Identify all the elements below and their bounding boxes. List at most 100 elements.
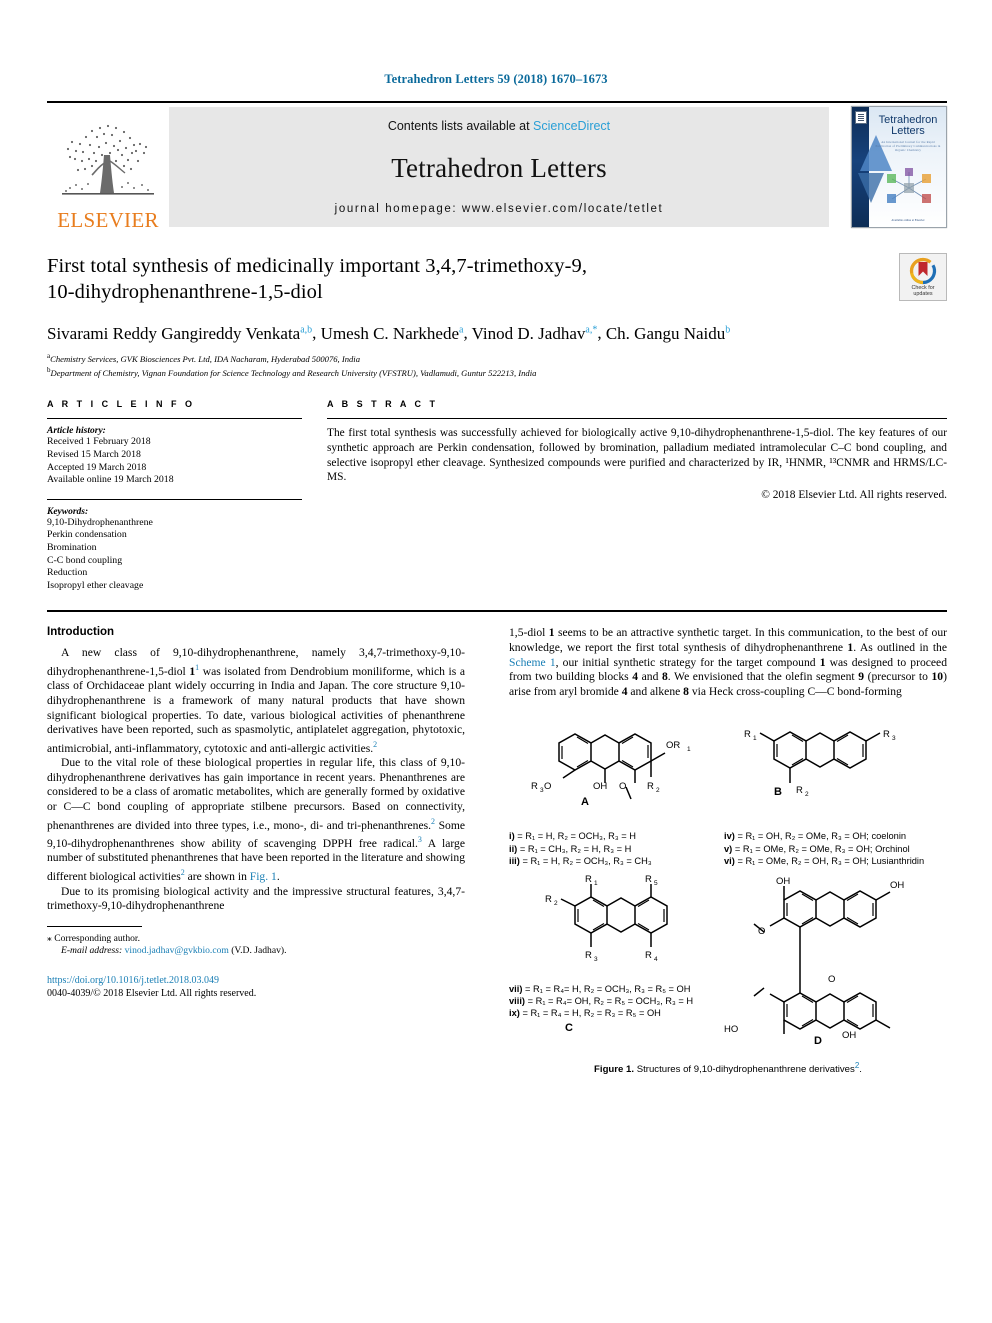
title-line-1: First total synthesis of medicinally imp… <box>47 255 588 277</box>
issn-copyright: 0040-4039/© 2018 Elsevier Ltd. All right… <box>47 987 257 999</box>
svg-text:5: 5 <box>654 880 658 887</box>
sciencedirect-link[interactable]: ScienceDirect <box>533 119 610 133</box>
abstract-heading: A B S T R A C T <box>327 399 438 410</box>
legend-item: i) = R₁ = H, R₂ = OCH₃, R₃ = H <box>509 831 636 842</box>
contents-line: Contents lists available at ScienceDirec… <box>388 119 610 133</box>
label-r2: R <box>647 781 654 792</box>
author-list: Sivarami Reddy Gangireddy Venkataa,b, Um… <box>47 323 731 343</box>
label-d-oh-3: OH <box>842 1030 856 1041</box>
label-c-r1: R <box>585 874 592 885</box>
paragraph-3: Due to its promising biological activity… <box>47 884 465 913</box>
scheme-1-link[interactable]: Scheme 1 <box>509 656 556 669</box>
journal-title: Tetrahedron Letters <box>391 152 607 183</box>
crossmark-label: Check for updates <box>911 284 935 297</box>
right-column: 1,5-diol 1 seems to be an attractive syn… <box>487 626 947 1074</box>
legend-c: vii) = R₁ = R₄= H, R₂ = OCH₃, R₃ = R₅ = … <box>509 983 724 1020</box>
legend-item: iv) = R₁ = OH, R₂ = OMe, R₃ = OH; coelon… <box>724 831 907 842</box>
structure-a: OR 1 R 3 O OH O R 2 A <box>531 733 691 808</box>
crossmark-icon <box>909 257 937 284</box>
title-line-2: 10-dihydrophenanthrene-1,5-diol <box>47 281 323 303</box>
keyword: Reduction <box>47 567 88 579</box>
left-column: Introduction A new class of 9,10-dihydro… <box>47 626 487 1074</box>
journal-masthead: ELSEVIER Contents lists available at Sci… <box>47 101 947 231</box>
crossmark-badge[interactable]: Check for updates <box>899 253 947 301</box>
legend-item: ii) = R₁ = CH₃, R₂ = H, R₃ = H <box>509 843 632 854</box>
doi-block: https://doi.org/10.1016/j.tetlet.2018.03… <box>47 974 465 1000</box>
running-head: Tetrahedron Letters 59 (2018) 1670–1673 <box>384 72 608 86</box>
legend-item: vii) = R₁ = R₄= H, R₂ = OCH₃, R₃ = R₅ = … <box>509 983 691 994</box>
abstract-copyright: © 2018 Elsevier Ltd. All rights reserved… <box>761 488 947 501</box>
elsevier-tree-icon <box>62 124 154 195</box>
journal-cover-block: Tetrahedron Letters An International Jou… <box>829 103 947 231</box>
label-r3o: R <box>531 781 538 792</box>
keyword: 9,10-Dihydrophenanthrene <box>47 516 153 528</box>
structure-c-block: R 1 R 2 R 3 R 4 R 5 vii) = R₁ = R₄= H, R… <box>509 874 724 1051</box>
svg-text:2: 2 <box>656 787 660 794</box>
title-block: First total synthesis of medicinally imp… <box>47 253 947 305</box>
affiliation: bDepartment of Chemistry, Vignan Foundat… <box>47 366 537 378</box>
paragraph-2: Due to the vital role of these biologica… <box>47 756 465 883</box>
cover-subtitle: An International Journal for the Rapid P… <box>875 140 941 152</box>
body-columns: Introduction A new class of 9,10-dihydro… <box>47 626 947 1075</box>
keywords-label: Keywords: <box>47 506 89 517</box>
legend-b: iv) = R₁ = OH, R₂ = OMe, R₃ = OH; coelon… <box>724 830 947 867</box>
contents-prefix: Contents lists available at <box>387 119 534 133</box>
figure-structures-c-d: R 1 R 2 R 3 R 4 R 5 vii) = R₁ = R₄= H, R… <box>509 874 947 1051</box>
structure-b: R 1 R 3 R 2 B <box>744 729 896 798</box>
label-b-r3: R <box>883 729 890 740</box>
structure-d-upper: OH OH O <box>753 876 904 942</box>
article-info-column: A R T I C L E I N F O Article history: R… <box>47 399 302 592</box>
label-d-oh-1: OH <box>776 876 790 887</box>
doi-link[interactable]: https://doi.org/10.1016/j.tetlet.2018.03… <box>47 974 465 987</box>
figure-1: OR 1 R 3 O OH O R 2 A R 1 R 3 R 2 B i) =… <box>509 713 947 1074</box>
cover-title-line2: Letters <box>891 125 925 137</box>
paragraph-1: A new class of 9,10-dihydrophenanthrene,… <box>47 646 465 755</box>
email-note: E-mail address: vinod.jadhav@gvkbio.com … <box>61 945 287 957</box>
legend-a: i) = R₁ = H, R₂ = OCH₃, R₃ = H ii) = R₁ … <box>509 830 724 867</box>
cover-molecule-graphic-icon <box>887 168 931 203</box>
email-link[interactable]: vinod.jadhav@gvkbio.com <box>125 945 229 956</box>
divider <box>47 418 302 420</box>
label-oh: OH <box>593 781 607 792</box>
figure-structures-a-b: OR 1 R 3 O OH O R 2 A R 1 R 3 R 2 B <box>531 729 896 808</box>
journal-cover-thumbnail: Tetrahedron Letters An International Jou… <box>851 106 947 228</box>
label-or1: OR <box>666 740 680 751</box>
abstract-column: A B S T R A C T The first total synthesi… <box>302 399 947 592</box>
legend-item: iii) = R₁ = H, R₂ = OCH₃, R₃ = CH₃ <box>509 856 652 867</box>
keyword: Isopropyl ether cleavage <box>47 579 144 591</box>
figure-caption: Figure 1. Structures of 9,10-dihydrophen… <box>594 1060 862 1075</box>
history-item: Received 1 February 2018 <box>47 436 151 448</box>
structure-c: R 1 R 2 R 3 R 4 R 5 <box>545 874 668 963</box>
label-b-r1: R <box>744 729 751 740</box>
cover-publisher-mark-icon <box>855 111 867 124</box>
article-history-label: Article history: <box>47 426 106 437</box>
author: Vinod D. Jadhava,* <box>471 323 598 343</box>
svg-text:2: 2 <box>805 791 809 798</box>
label-d-o-2: O <box>828 974 835 985</box>
legend-item: viii) = R₁ = R₄= OH, R₂ = R₅ = OCH₃, R₃ … <box>509 995 694 1006</box>
cover-title: Tetrahedron Letters <box>874 115 942 137</box>
footnote-block: ⁎ Corresponding author. E-mail address: … <box>47 925 465 1000</box>
svg-text:1: 1 <box>687 746 691 753</box>
legend-item: ix) = R₁ = R₄ = H, R₂ = R₃ = R₅ = OH <box>509 1008 661 1019</box>
svg-text:3: 3 <box>892 735 896 742</box>
cover-footer: Available online at Elsevier <box>891 218 925 222</box>
elsevier-logo-block: ELSEVIER <box>47 103 169 231</box>
article-info-heading: A R T I C L E I N F O <box>47 399 196 410</box>
svg-text:3: 3 <box>594 956 598 963</box>
section-heading-introduction: Introduction <box>47 626 115 639</box>
svg-text:4: 4 <box>654 956 658 963</box>
keyword: Perkin condensation <box>47 529 127 541</box>
svg-text:1: 1 <box>594 880 598 887</box>
figure-1-link[interactable]: Fig. 1 <box>250 870 277 883</box>
paper-page: Tetrahedron Letters 59 (2018) 1670–1673 <box>0 0 992 1323</box>
journal-homepage[interactable]: journal homepage: www.elsevier.com/locat… <box>335 203 664 215</box>
journal-banner: Contents lists available at ScienceDirec… <box>169 107 829 227</box>
author: Umesh C. Narkhedea <box>320 323 464 343</box>
history-item: Revised 15 March 2018 <box>47 448 141 460</box>
author: Ch. Gangu Naidub <box>605 323 731 343</box>
corresponding-author-note: ⁎ Corresponding author. <box>47 932 140 944</box>
abstract-text: The first total synthesis was successful… <box>327 427 947 484</box>
legend-row-ab: i) = R₁ = H, R₂ = OCH₃, R₃ = H ii) = R₁ … <box>509 830 947 867</box>
structure-d-lower <box>753 977 891 1034</box>
